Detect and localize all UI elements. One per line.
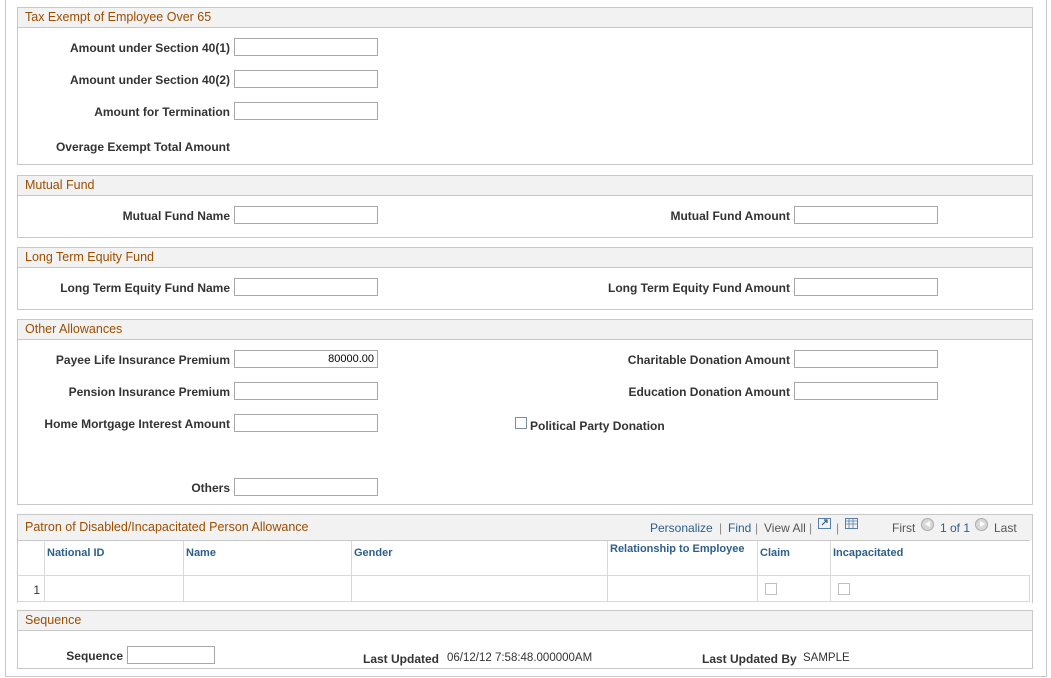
zoom-grid-icon[interactable] xyxy=(818,518,831,529)
section-title: Mutual Fund xyxy=(18,176,1032,196)
first-label[interactable]: First xyxy=(892,521,915,535)
sequence-input[interactable] xyxy=(127,646,215,664)
column-gender[interactable]: Gender xyxy=(351,541,607,575)
previous-row-icon[interactable] xyxy=(921,518,934,531)
find-link[interactable]: Find xyxy=(728,521,751,535)
others-input[interactable] xyxy=(234,478,378,496)
political-donation-label: Political Party Donation xyxy=(530,419,665,433)
overage-total-label: Overage Exempt Total Amount xyxy=(55,140,230,154)
mutual-fund-amount-label: Mutual Fund Amount xyxy=(670,209,790,223)
section-title: Sequence xyxy=(18,611,1032,631)
last-updated-by-value: SAMPLE xyxy=(803,652,850,664)
column-claim[interactable]: Claim xyxy=(757,541,830,575)
others-label: Others xyxy=(191,481,230,495)
termination-input[interactable] xyxy=(234,102,378,120)
claim-checkbox[interactable] xyxy=(765,583,777,595)
termination-label: Amount for Termination xyxy=(94,105,230,119)
column-name[interactable]: Name xyxy=(183,541,351,575)
section-title: Patron of Disabled/Incapacitated Person … xyxy=(18,515,1032,540)
relationship-cell xyxy=(607,575,757,602)
row-number-column xyxy=(17,541,44,575)
separator: | xyxy=(836,521,840,535)
name-cell xyxy=(183,575,351,602)
mutual-fund-name-label: Mutual Fund Name xyxy=(122,209,230,223)
ltef-amount-label: Long Term Equity Fund Amount xyxy=(608,281,790,295)
patron-grid: National ID Name Gender Relationship to … xyxy=(17,540,1030,603)
separator: | xyxy=(719,521,723,535)
separator: | xyxy=(809,521,813,535)
section-title: Other Allowances xyxy=(18,320,1032,340)
view-all-link[interactable]: View All xyxy=(764,521,806,535)
education-donation-input[interactable] xyxy=(794,382,938,400)
life-insurance-label: Payee Life Insurance Premium xyxy=(55,353,230,367)
sec40-1-input[interactable] xyxy=(234,38,378,56)
row-range: 1 of 1 xyxy=(940,521,971,535)
ltef-amount-input[interactable] xyxy=(794,278,938,296)
column-national-id[interactable]: National ID xyxy=(44,541,183,575)
last-updated-value: 06/12/12 7:58:48.000000AM xyxy=(447,652,593,664)
mortgage-interest-input[interactable] xyxy=(234,414,378,432)
mutual-fund-name-input[interactable] xyxy=(234,206,378,224)
education-donation-label: Education Donation Amount xyxy=(628,385,790,399)
national-id-cell xyxy=(44,575,183,602)
incapacitated-cell xyxy=(830,575,1030,602)
gender-cell xyxy=(351,575,607,602)
table-row: 1 xyxy=(17,575,44,602)
next-row-icon[interactable] xyxy=(975,518,988,531)
last-updated-by-label: Last Updated By xyxy=(702,652,797,666)
column-relationship[interactable]: Relationship to Employee xyxy=(607,541,757,575)
row-number: 1 xyxy=(33,583,40,597)
mutual-fund-amount-input[interactable] xyxy=(794,206,938,224)
claim-cell xyxy=(757,575,830,602)
sec40-2-label: Amount under Section 40(2) xyxy=(69,73,230,87)
charitable-donation-label: Charitable Donation Amount xyxy=(627,353,790,367)
separator: | xyxy=(755,521,759,535)
section-title: Long Term Equity Fund xyxy=(18,248,1032,268)
sequence-label: Sequence xyxy=(66,649,123,663)
charitable-donation-input[interactable] xyxy=(794,350,938,368)
column-incapacitated[interactable]: Incapacitated xyxy=(830,541,1030,575)
last-label[interactable]: Last xyxy=(994,521,1017,535)
pension-insurance-input[interactable] xyxy=(234,382,378,400)
pension-insurance-label: Pension Insurance Premium xyxy=(68,385,230,399)
download-grid-icon[interactable] xyxy=(845,518,858,529)
mortgage-interest-label: Home Mortgage Interest Amount xyxy=(44,417,230,431)
sec40-2-input[interactable] xyxy=(234,70,378,88)
life-insurance-input[interactable] xyxy=(234,350,378,368)
section-title: Tax Exempt of Employee Over 65 xyxy=(18,8,1032,28)
incapacitated-checkbox[interactable] xyxy=(838,583,850,595)
other-allowances-section: Other Allowances xyxy=(17,319,1033,505)
personalize-link[interactable]: Personalize xyxy=(650,521,713,535)
political-donation-checkbox[interactable] xyxy=(515,417,527,429)
ltef-name-input[interactable] xyxy=(234,278,378,296)
ltef-name-label: Long Term Equity Fund Name xyxy=(60,281,230,295)
sec40-1-label: Amount under Section 40(1) xyxy=(69,41,230,55)
last-updated-label: Last Updated xyxy=(363,652,440,666)
